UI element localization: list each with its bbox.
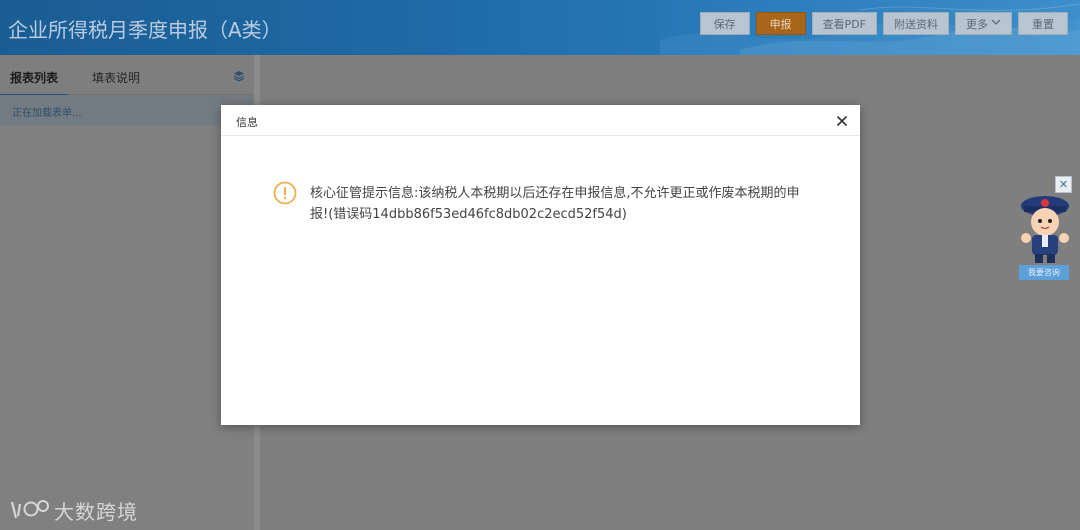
warning-icon xyxy=(273,181,297,205)
toolbar: 保存 申报 查看PDF 附送资料 更多 重置 xyxy=(699,12,1068,35)
declare-button[interactable]: 申报 xyxy=(755,12,806,35)
dialog-message: 核心征管提示信息:该纳税人本税期以后还存在申报信息,不允许更正或作废本税期的申报… xyxy=(310,186,800,222)
close-icon[interactable] xyxy=(836,111,848,131)
tab-report-list[interactable]: 报表列表 xyxy=(0,69,69,96)
save-button[interactable]: 保存 xyxy=(699,12,750,35)
dialog-title: 信息 xyxy=(236,116,258,129)
left-tabs: 报表列表 填表说明 xyxy=(0,55,254,96)
view-pdf-button[interactable]: 查看PDF xyxy=(811,12,877,35)
reset-button[interactable]: 重置 xyxy=(1018,12,1068,35)
reset-button-label: 重置 xyxy=(1032,17,1054,31)
more-button-label: 更多 xyxy=(966,17,988,31)
info-dialog: 信息 核心征管提示信息:该纳税人本税期以后还存在申报信息,不允许更正或作废本税期… xyxy=(221,105,860,425)
more-button[interactable]: 更多 xyxy=(955,12,1012,35)
loading-text: 正在加载表单... xyxy=(0,95,254,125)
chevron-down-icon xyxy=(991,18,1001,29)
dialog-header: 信息 xyxy=(221,105,860,136)
attachments-button[interactable]: 附送资料 xyxy=(883,12,949,35)
assistant-close-icon[interactable]: ✕ xyxy=(1055,176,1072,193)
assistant-mascot-icon[interactable] xyxy=(1014,192,1076,266)
watermark: 大数跨境 xyxy=(8,494,138,526)
attachments-button-label: 附送资料 xyxy=(894,17,938,31)
assistant-widget: ✕ 我要咨询 xyxy=(1012,174,1078,284)
view-pdf-button-label: 查看PDF xyxy=(822,17,866,31)
watermark-logo-icon xyxy=(10,500,49,519)
layers-icon[interactable] xyxy=(233,70,245,82)
declare-button-label: 申报 xyxy=(769,17,792,31)
page-title: 企业所得税月季度申报（A类） xyxy=(8,18,282,42)
tab-fill-instructions[interactable]: 填表说明 xyxy=(92,69,140,86)
save-button-label: 保存 xyxy=(713,17,736,31)
consult-button[interactable]: 我要咨询 xyxy=(1019,265,1069,280)
app-header: 企业所得税月季度申报（A类） 保存 申报 查看PDF 附送资料 更多 重置 xyxy=(0,0,1080,55)
watermark-text: 大数跨境 xyxy=(54,499,138,524)
